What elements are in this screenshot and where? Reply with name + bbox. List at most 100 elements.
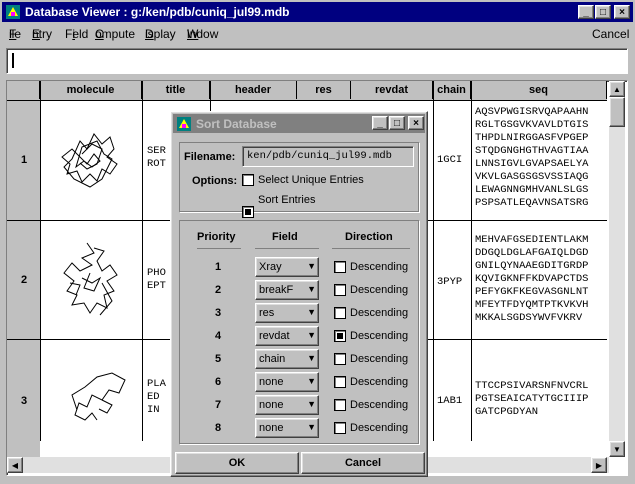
menu-file[interactable]: File xyxy=(9,27,21,41)
dialog-maximize-button[interactable]: □ xyxy=(389,116,405,130)
menu-bar: File Entry Fi eld Compute Display Window … xyxy=(2,24,633,44)
header-chain[interactable]: chain xyxy=(433,81,471,99)
options-label: Options: xyxy=(192,175,238,187)
field-select[interactable]: revdat ▼ xyxy=(255,326,319,346)
filename-field[interactable]: ken/pdb/cuniq_jul99.mdb xyxy=(242,146,414,167)
dialog-title-bar[interactable]: Sort Database _ □ × xyxy=(173,114,425,133)
descending-label: Descending xyxy=(350,399,409,411)
menu-display[interactable]: Display xyxy=(145,27,176,41)
sort-entries-checkbox[interactable] xyxy=(242,206,254,218)
seq-cell: AQSVPWGISRVQAPAAHN RGLTGSGVKVAVLDTGIS TH… xyxy=(475,106,589,209)
molecule-thumbnail xyxy=(63,242,118,316)
field-select[interactable]: res ▼ xyxy=(255,303,319,323)
priority-number: 5 xyxy=(215,353,222,365)
cancel-button[interactable]: Cancel xyxy=(301,452,425,474)
descending-label: Descending xyxy=(350,261,409,273)
field-select-value: none xyxy=(259,422,284,434)
dialog-minimize-button[interactable]: _ xyxy=(372,116,388,130)
cancel-menu-button[interactable]: Cancel xyxy=(592,27,629,41)
field-select[interactable]: Xray ▼ xyxy=(255,257,319,277)
priority-number: 6 xyxy=(215,376,222,388)
menu-entry[interactable]: Entry xyxy=(32,27,52,41)
unique-entries-checkbox[interactable] xyxy=(242,174,254,186)
menu-field[interactable]: Fi eld xyxy=(65,27,88,41)
sort-row: 3 res ▼ Descending xyxy=(180,303,418,325)
menu-compute[interactable]: Compute xyxy=(95,27,135,41)
minimize-button[interactable]: _ xyxy=(578,5,594,19)
seq-cell: MEHVAFGSEDIENTLAKM DDGQLDGLAFGAIQLDGD GN… xyxy=(475,234,589,324)
close-icon: × xyxy=(413,117,419,129)
priority-number: 7 xyxy=(215,399,222,411)
scroll-left-button[interactable]: ◀ xyxy=(7,457,23,473)
descending-label: Descending xyxy=(350,307,409,319)
sort-row: 2 breakF ▼ Descending xyxy=(180,280,418,302)
header-revdat[interactable]: revdat xyxy=(351,81,433,99)
field-select[interactable]: none ▼ xyxy=(255,372,319,392)
field-select-value: none xyxy=(259,376,284,388)
sort-row: 6 none ▼ Descending xyxy=(180,372,418,394)
minimize-icon: _ xyxy=(377,117,383,129)
descending-checkbox[interactable] xyxy=(334,330,346,342)
priority-number: 8 xyxy=(215,422,222,434)
descending-checkbox[interactable] xyxy=(334,284,346,296)
menu-window[interactable]: Window xyxy=(187,27,218,41)
header-title[interactable]: title xyxy=(142,81,210,99)
descending-label: Descending xyxy=(350,376,409,388)
dropdown-arrow-icon: ▼ xyxy=(307,399,316,409)
scroll-right-button[interactable]: ▶ xyxy=(591,457,607,473)
vertical-scrollbar[interactable]: ▲ ▼ xyxy=(609,81,625,457)
scroll-down-button[interactable]: ▼ xyxy=(609,441,625,457)
dropdown-arrow-icon: ▼ xyxy=(307,376,316,386)
priority-number: 3 xyxy=(215,307,222,319)
descending-checkbox[interactable] xyxy=(334,399,346,411)
row-number: 2 xyxy=(21,274,28,286)
dialog-close-button[interactable]: × xyxy=(408,116,424,130)
table-header: molecule title header res revdat chain s… xyxy=(7,81,607,101)
dropdown-arrow-icon: ▼ xyxy=(307,422,316,432)
dialog-title: Sort Database xyxy=(196,117,277,131)
field-select[interactable]: none ▼ xyxy=(255,418,319,438)
scroll-thumb[interactable] xyxy=(609,97,625,127)
descending-checkbox[interactable] xyxy=(334,376,346,388)
priority-header: Priority xyxy=(197,231,236,243)
descending-label: Descending xyxy=(350,422,409,434)
descending-checkbox[interactable] xyxy=(334,307,346,319)
unique-entries-label: Select Unique Entries xyxy=(258,174,364,186)
header-molecule[interactable]: molecule xyxy=(40,81,142,99)
title-cell: PHO EPT xyxy=(147,267,166,292)
dialog-app-icon xyxy=(176,116,192,132)
scroll-up-button[interactable]: ▲ xyxy=(609,81,625,97)
header-seq[interactable]: seq xyxy=(471,81,607,99)
main-title-bar[interactable]: Database Viewer : g:/ken/pdb/cuniq_jul99… xyxy=(2,2,633,22)
dropdown-arrow-icon: ▼ xyxy=(307,330,316,340)
filename-label: Filename: xyxy=(184,151,236,163)
header-header[interactable]: header xyxy=(210,81,297,99)
field-select[interactable]: breakF ▼ xyxy=(255,280,319,300)
descending-checkbox[interactable] xyxy=(334,261,346,273)
dropdown-arrow-icon: ▼ xyxy=(307,261,316,271)
file-options-group: Filename: ken/pdb/cuniq_jul99.mdb Option… xyxy=(179,142,419,218)
sort-row: 4 revdat ▼ Descending xyxy=(180,326,418,348)
ok-button[interactable]: OK xyxy=(175,452,299,474)
chain-cell: 3PYP xyxy=(437,276,463,288)
priority-number: 4 xyxy=(215,330,222,342)
header-res[interactable]: res xyxy=(297,81,351,99)
descending-checkbox[interactable] xyxy=(334,353,346,365)
descending-checkbox[interactable] xyxy=(334,422,346,434)
header-divider xyxy=(255,248,319,249)
command-input[interactable] xyxy=(6,48,628,74)
field-select-value: res xyxy=(259,307,275,319)
arrow-up-icon: ▲ xyxy=(613,84,621,94)
descending-label: Descending xyxy=(350,353,409,365)
field-header: Field xyxy=(272,231,298,243)
priority-number: 1 xyxy=(215,261,222,273)
priority-group: Priority Field Direction 1 Xray ▼ Descendin… xyxy=(179,220,419,444)
field-select[interactable]: none ▼ xyxy=(255,395,319,415)
maximize-button[interactable]: □ xyxy=(595,5,611,19)
field-select[interactable]: chain ▼ xyxy=(255,349,319,369)
arrow-left-icon: ◀ xyxy=(11,460,19,470)
seq-cell: TTCCPSIVARSNFNVCRL PGTSEAICATYTGCIIIP GA… xyxy=(475,380,589,418)
molecule-thumbnail xyxy=(61,133,118,188)
close-button[interactable]: × xyxy=(614,5,630,19)
header-divider xyxy=(332,248,410,249)
